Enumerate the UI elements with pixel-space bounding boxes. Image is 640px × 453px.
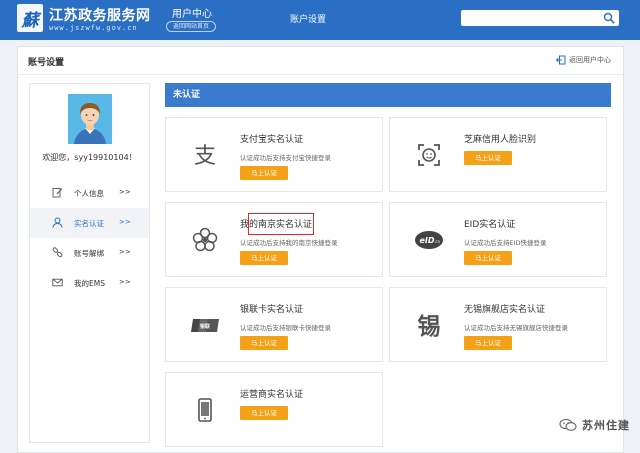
highlight-box xyxy=(248,213,314,235)
search-icon[interactable] xyxy=(603,12,615,24)
chevron-double-right-icon: >> xyxy=(119,278,131,286)
mail-icon xyxy=(52,278,63,287)
eid-icon: eID .cn xyxy=(415,231,443,249)
tile-title: 支付宝实名认证 xyxy=(240,135,304,145)
sidebar-item-label: 个人信息 xyxy=(74,189,104,198)
edit-icon xyxy=(52,188,63,198)
back-link-label: 返回用户中心 xyxy=(569,56,611,64)
account-settings-card: 账号设置 返回用户中心 欢迎您，syy19910104！ 个人信息 >> 实名认… xyxy=(17,46,624,453)
svg-text:.cn: .cn xyxy=(434,239,440,244)
tile-desc: 认证成功后支持无锡旗舰店快捷登录 xyxy=(464,324,568,332)
nanjing-flower-icon xyxy=(192,227,218,252)
tile-title: 无锡旗舰店实名认证 xyxy=(464,305,546,315)
brand-url: www.jszwfw.gov.cn xyxy=(49,24,138,32)
auth-tile-unionpay: 银联 银联卡实名认证 认证成功后支持银联卡快捷登录 马上认证 xyxy=(165,287,383,362)
top-header: 蘇 江苏政务服务网 www.jszwfw.gov.cn 用户中心 返回网站首页 … xyxy=(0,0,640,40)
auth-tile-sesame-face: 芝麻信用人脸识别 马上认证 xyxy=(389,117,607,192)
tile-title: 芝麻信用人脸识别 xyxy=(464,135,537,145)
chevron-double-right-icon: >> xyxy=(119,188,131,196)
svg-text:银联: 银联 xyxy=(199,323,210,330)
search-input[interactable] xyxy=(461,10,619,26)
verify-now-button[interactable]: 马上认证 xyxy=(464,151,512,165)
sidebar-item-ems[interactable]: 我的EMS >> xyxy=(30,268,149,298)
auth-tile-alipay: 支 支付宝实名认证 认证成功后支持支付宝快捷登录 马上认证 xyxy=(165,117,383,192)
verify-now-button[interactable]: 马上认证 xyxy=(464,336,512,350)
sidebar-item-unbind[interactable]: 账号解绑 >> xyxy=(30,238,149,268)
user-icon xyxy=(52,217,63,228)
logo-char: 蘇 xyxy=(21,10,39,31)
sidebar-item-label: 实名认证 xyxy=(74,219,104,228)
sidebar-item-label: 账号解绑 xyxy=(74,249,104,258)
verify-now-button[interactable]: 马上认证 xyxy=(240,166,288,180)
sidebar-item-real-name[interactable]: 实名认证 >> xyxy=(30,208,149,238)
watermark-text: 苏州住建 xyxy=(582,419,630,432)
sidebar-item-label: 我的EMS xyxy=(74,279,105,288)
face-scan-icon xyxy=(418,144,440,166)
unionpay-icon: 银联 xyxy=(191,319,219,332)
nav-account-settings[interactable]: 账户设置 xyxy=(290,12,326,25)
tile-desc: 认证成功后支持银联卡快捷登录 xyxy=(240,324,331,332)
verify-now-button[interactable]: 马上认证 xyxy=(240,251,288,265)
svg-text:支: 支 xyxy=(194,144,216,169)
phone-icon xyxy=(198,398,212,422)
title-divider xyxy=(18,74,623,75)
tile-title: EID实名认证 xyxy=(464,220,516,230)
page-title: 账号设置 xyxy=(28,58,65,68)
brand-title[interactable]: 江苏政务服务网 xyxy=(49,5,151,25)
verify-now-button[interactable]: 马上认证 xyxy=(240,336,288,350)
tile-desc: 认证成功后支持EID快捷登录 xyxy=(464,239,547,247)
sidebar-menu: 个人信息 >> 实名认证 >> 账号解绑 >> 我的EMS >> xyxy=(30,178,149,298)
tile-title: 运营商实名认证 xyxy=(240,390,304,400)
verify-now-button[interactable]: 马上认证 xyxy=(240,406,288,420)
unlink-icon xyxy=(52,247,63,258)
wuxi-icon: 锡 xyxy=(418,313,441,340)
chevron-double-right-icon: >> xyxy=(119,218,131,226)
user-center-title: 用户中心 xyxy=(172,9,212,20)
watermark: 苏州住建 xyxy=(559,417,630,433)
chevron-double-right-icon: >> xyxy=(119,248,131,256)
site-logo[interactable]: 蘇 xyxy=(17,4,43,32)
auth-tile-carrier: 运营商实名认证 马上认证 xyxy=(165,372,383,447)
exit-icon xyxy=(556,55,566,65)
wechat-icon xyxy=(559,418,577,431)
tile-title: 银联卡实名认证 xyxy=(240,305,304,315)
auth-tile-eid: eID .cn EID实名认证 认证成功后支持EID快捷登录 马上认证 xyxy=(389,202,607,277)
sidebar: 欢迎您，syy19910104！ 个人信息 >> 实名认证 >> 账号解绑 >>… xyxy=(29,83,150,443)
svg-text:eID: eID xyxy=(419,236,434,245)
alipay-icon: 支 xyxy=(194,144,216,169)
back-to-user-center-link[interactable]: 返回用户中心 xyxy=(556,55,611,65)
verify-now-button[interactable]: 马上认证 xyxy=(464,251,512,265)
tile-desc: 认证成功后支持我的南京快捷登录 xyxy=(240,239,338,247)
welcome-text: 欢迎您，syy19910104！ xyxy=(42,153,137,162)
avatar xyxy=(68,94,112,144)
avatar-icon xyxy=(68,94,112,144)
status-bar: 未认证 xyxy=(165,83,611,107)
auth-tile-wuxi: 锡 无锡旗舰店实名认证 认证成功后支持无锡旗舰店快捷登录 马上认证 xyxy=(389,287,607,362)
svg-text:锡: 锡 xyxy=(418,313,441,340)
sidebar-item-personal-info[interactable]: 个人信息 >> xyxy=(30,178,149,208)
back-to-portal-button[interactable]: 返回网站首页 xyxy=(166,21,216,32)
tile-desc: 认证成功后支持支付宝快捷登录 xyxy=(240,154,331,162)
